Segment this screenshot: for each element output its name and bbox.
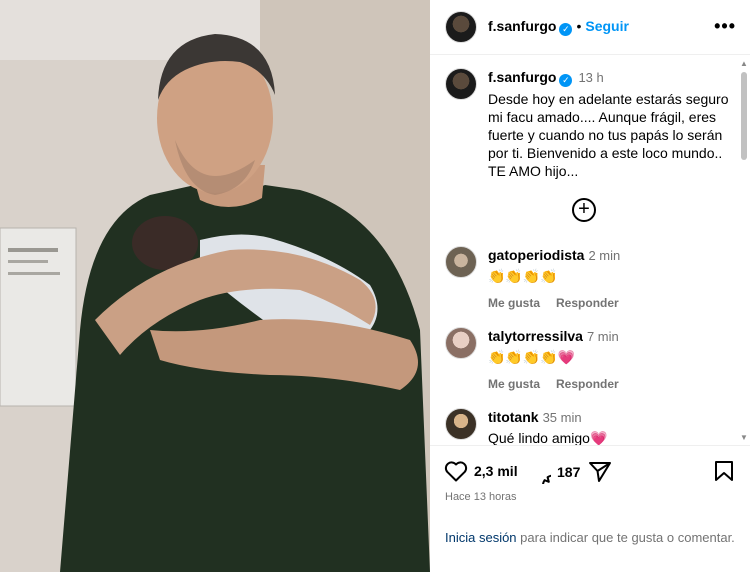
scrollbar-thumb[interactable] <box>741 72 747 160</box>
comment-time: 7 min <box>586 329 619 344</box>
follow-button[interactable]: Seguir <box>585 18 629 34</box>
login-prompt: Inicia sesión para indicar que te gusta … <box>445 529 735 547</box>
comments-scrollbar[interactable]: ▲ ▼ <box>740 58 748 444</box>
caption-time: 13 h <box>578 70 604 85</box>
post-panel: f.sanfurgo ✓ • Seguir ••• f.sanfurgo ✓ 13 h D… <box>430 0 750 572</box>
share-button[interactable] <box>588 460 612 484</box>
comment-time: 2 min <box>588 248 621 263</box>
caption-author-avatar[interactable] <box>445 68 477 100</box>
post-timestamp: Hace 13 horas <box>445 491 517 503</box>
comment-text: 👏👏👏👏 <box>488 268 558 284</box>
comment-username[interactable]: titotank <box>488 409 539 425</box>
caption-text: Desde hoy en adelante estarás seguro mi … <box>488 91 729 179</box>
post-photo <box>0 0 430 572</box>
comment-text: Qué lindo amigo💗 <box>488 430 608 446</box>
bookmark-icon <box>715 461 733 481</box>
login-link[interactable]: Inicia sesión <box>445 530 517 545</box>
comment-username[interactable]: talytorressilva <box>488 328 583 344</box>
save-button[interactable] <box>714 460 734 482</box>
comment-text: 👏👏👏👏💗 <box>488 349 576 365</box>
post-header: f.sanfurgo ✓ • Seguir ••• <box>430 0 750 55</box>
comment-body: titotank 35 min Qué lindo amigo💗 <box>488 408 728 446</box>
comment-username[interactable]: gatoperiodista <box>488 247 584 263</box>
scroll-down-arrow-icon[interactable]: ▼ <box>740 434 748 442</box>
caption: f.sanfurgo ✓ 13 h Desde hoy en adelante es… <box>488 68 733 180</box>
post-action-bar: 2,3 mil 187 <box>430 452 750 492</box>
comment-reply-button[interactable]: Responder <box>556 377 619 391</box>
comment-actions: Me gusta Responder <box>488 375 728 393</box>
scroll-up-arrow-icon[interactable]: ▲ <box>740 60 748 68</box>
comment-actions: Me gusta Responder <box>488 294 728 312</box>
comment-button[interactable]: 187 <box>527 460 580 484</box>
comment-reply-button[interactable]: Responder <box>556 296 619 310</box>
load-more-comments-icon[interactable]: + <box>572 198 596 222</box>
comment-like-button[interactable]: Me gusta <box>488 377 540 391</box>
verified-icon: ✓ <box>559 23 573 36</box>
separator-dot: • <box>576 18 582 34</box>
comments-count: 187 <box>557 464 581 480</box>
author-meta: f.sanfurgo ✓ • Seguir <box>488 18 629 36</box>
more-options-icon[interactable]: ••• <box>714 16 736 37</box>
commenter-avatar[interactable] <box>445 408 477 440</box>
comment-bubble-icon <box>542 474 551 484</box>
comment-time: 35 min <box>542 410 582 425</box>
comment-item: talytorressilva 7 min 👏👏👏👏💗 Me gusta Respo… <box>430 327 750 397</box>
commenter-avatar[interactable] <box>445 327 477 359</box>
author-username[interactable]: f.sanfurgo <box>488 18 556 34</box>
login-prompt-text: para indicar que te gusta o comentar. <box>516 530 735 545</box>
verified-icon: ✓ <box>559 74 573 87</box>
comment-item: titotank 35 min Qué lindo amigo💗 <box>430 408 750 446</box>
comment-like-button[interactable]: Me gusta <box>488 296 540 310</box>
author-avatar[interactable] <box>445 11 477 43</box>
comment-body: talytorressilva 7 min 👏👏👏👏💗 Me gusta Respo… <box>488 327 728 393</box>
commenter-avatar[interactable] <box>445 246 477 278</box>
heart-icon <box>444 461 468 482</box>
comment-item: gatoperiodista 2 min 👏👏👏👏 Me gusta Respond… <box>430 246 750 316</box>
share-icon <box>589 462 611 482</box>
like-button[interactable]: 2,3 mil <box>444 460 518 482</box>
likes-count: 2,3 mil <box>474 463 518 479</box>
comments-scroll-area[interactable]: f.sanfurgo ✓ 13 h Desde hoy en adelante es… <box>430 56 750 446</box>
comment-body: gatoperiodista 2 min 👏👏👏👏 Me gusta Respond… <box>488 246 728 312</box>
caption-username[interactable]: f.sanfurgo <box>488 69 556 85</box>
